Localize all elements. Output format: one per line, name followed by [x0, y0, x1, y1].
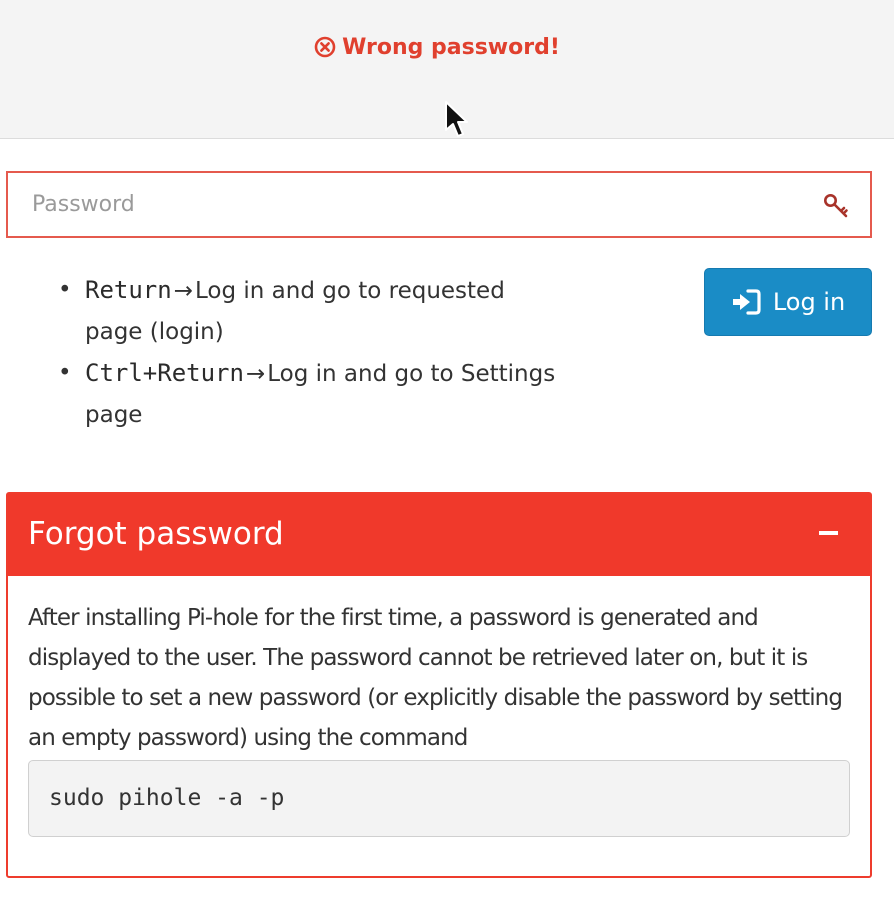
mouse-cursor-icon [445, 101, 468, 137]
login-button[interactable]: Log in [704, 268, 872, 336]
keyboard-hints-list: • Return→Log in and go to requested page… [58, 270, 558, 436]
arrow-icon: → [173, 278, 193, 304]
error-message-text: Wrong password! [342, 35, 560, 60]
minus-icon [819, 531, 838, 535]
arrow-icon: → [245, 361, 266, 387]
collapse-button[interactable] [816, 520, 842, 546]
hint-key: Return [85, 276, 172, 304]
key-icon [824, 194, 848, 218]
panel-header: Forgot password [8, 494, 870, 576]
panel-description: After installing Pi-hole for the first t… [28, 605, 843, 751]
hint-item-ctrl-return: • Ctrl+Return→Log in and go to Settings … [58, 359, 556, 428]
password-field [6, 171, 872, 238]
panel-body: After installing Pi-hole for the first t… [28, 598, 854, 837]
hint-key: Ctrl+Return [85, 359, 244, 387]
error-message: Wrong password! [0, 34, 874, 66]
hint-item-return: • Return→Log in and go to requested page… [58, 276, 505, 345]
command-code-block: sudo pihole -a -p [28, 760, 850, 837]
error-banner: Wrong password! [0, 0, 894, 139]
circle-x-icon [314, 36, 336, 66]
login-button-label: Log in [772, 288, 846, 316]
forgot-password-panel: Forgot password After installing Pi-hole… [6, 492, 872, 878]
password-input[interactable] [8, 173, 808, 236]
panel-title: Forgot password [28, 516, 284, 552]
sign-in-icon [732, 289, 761, 315]
